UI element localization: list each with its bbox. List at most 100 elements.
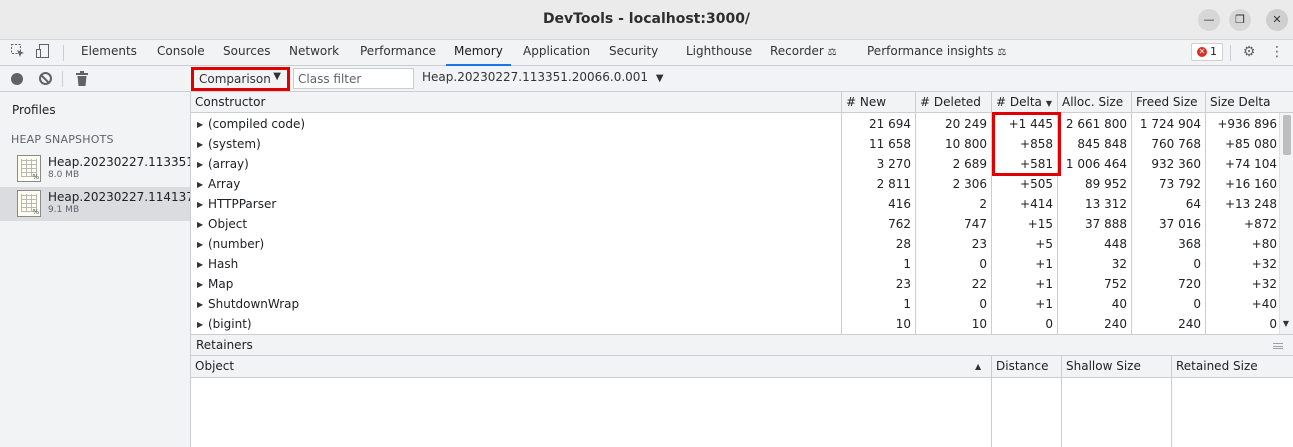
maximize-button[interactable]: ❐ xyxy=(1229,9,1251,31)
tab-lighthouse[interactable]: Lighthouse xyxy=(686,40,752,65)
tab-memory[interactable]: Memory xyxy=(446,40,511,66)
table-row[interactable]: ▶ (compiled code) 21 694 20 249 +1 445 2 661 … xyxy=(191,114,1279,134)
tab-application[interactable]: Application xyxy=(523,40,590,65)
restore-icon: ❐ xyxy=(1235,13,1245,26)
chevron-down-icon: ▼ xyxy=(273,71,281,82)
table-row[interactable]: ▶ Object 762 747 +15 37 888 37 016 +872 xyxy=(191,214,1279,234)
settings-button[interactable]: ⚙ xyxy=(1240,43,1258,61)
scroll-down-arrow-icon[interactable]: ▼ xyxy=(1279,317,1293,331)
expand-triangle-icon[interactable]: ▶ xyxy=(197,155,208,175)
retainers-column-shallow-size[interactable]: Shallow Size xyxy=(1061,356,1171,377)
freed-cell: 368 xyxy=(1178,237,1201,251)
snapshot-item-selected[interactable]: % Heap.20230227.114137.20066.0.002 9.1 M… xyxy=(0,187,190,221)
deleted-cell: 0 xyxy=(979,257,987,271)
deleted-cell: 23 xyxy=(971,237,987,251)
table-row[interactable]: ▶ HTTPParser 416 2 +414 13 312 64 +13 248 xyxy=(191,194,1279,214)
constructor-name: Object xyxy=(208,217,248,231)
table-row[interactable]: ▶ ShutdownWrap 1 0 +1 40 0 +40 xyxy=(191,294,1279,314)
delta-cell: +1 xyxy=(1035,297,1053,311)
new-cell: 2 811 xyxy=(876,177,911,191)
take-heap-snapshot-button[interactable] xyxy=(11,73,23,85)
freed-cell: 720 xyxy=(1178,277,1201,291)
minimize-button[interactable]: — xyxy=(1198,9,1220,31)
expand-triangle-icon[interactable]: ▶ xyxy=(197,275,208,295)
baseline-snapshot-value: Heap.20230227.113351.20066.0.001 xyxy=(422,70,649,84)
table-row[interactable]: ▶ Array 2 811 2 306 +505 89 952 73 792 +16 160 xyxy=(191,174,1279,194)
window-title: DevTools - localhost:3000/ xyxy=(542,11,751,27)
sort-ascending-icon: ▲ xyxy=(975,362,982,371)
column-freed-size[interactable]: Freed Size xyxy=(1131,92,1205,113)
table-row[interactable]: ▶ (system) 11 658 10 800 +858 845 848 760 768 +… xyxy=(191,134,1279,154)
alloc-cell: 240 xyxy=(1104,317,1127,331)
inspect-element-button[interactable] xyxy=(9,43,27,61)
column-constructor[interactable]: Constructor xyxy=(191,92,841,113)
delta-cell: +1 xyxy=(1035,257,1053,271)
retainers-column-retained-size[interactable]: Retained Size xyxy=(1171,356,1293,377)
gear-icon: ⚙ xyxy=(1242,44,1256,60)
retainers-column-object[interactable]: Object xyxy=(191,356,991,377)
clear-all-profiles-button[interactable] xyxy=(39,72,52,85)
column-alloc-size[interactable]: Alloc. Size xyxy=(1057,92,1131,113)
column-divider xyxy=(991,378,992,447)
expand-triangle-icon[interactable]: ▶ xyxy=(197,215,208,235)
new-cell: 21 694 xyxy=(869,117,911,131)
chevron-down-icon: ▼ xyxy=(655,73,664,84)
expand-triangle-icon[interactable]: ▶ xyxy=(197,135,208,155)
close-window-button[interactable]: ✕ xyxy=(1266,9,1288,31)
constructor-name: Map xyxy=(208,277,234,291)
expand-triangle-icon[interactable]: ▶ xyxy=(197,115,208,135)
expand-triangle-icon[interactable]: ▶ xyxy=(197,315,208,335)
expand-triangle-icon[interactable]: ▶ xyxy=(197,255,208,275)
class-filter-input[interactable] xyxy=(293,68,414,89)
size-delta-cell: +40 xyxy=(1251,297,1277,311)
expand-triangle-icon[interactable]: ▶ xyxy=(197,195,208,215)
size-delta-cell: +13 248 xyxy=(1224,197,1277,211)
table-row[interactable]: ▶ (number) 28 23 +5 448 368 +80 xyxy=(191,234,1279,254)
delta-highlight-box xyxy=(992,112,1061,176)
scrollbar-thumb[interactable] xyxy=(1283,115,1291,155)
deleted-cell: 10 xyxy=(971,317,987,331)
column-new[interactable]: # New xyxy=(841,92,915,113)
device-toolbar-button[interactable] xyxy=(34,43,52,61)
table-row[interactable]: ▶ (array) 3 270 2 689 +581 1 006 464 932 360 +7… xyxy=(191,154,1279,174)
error-count-badge[interactable]: ✕ 1 xyxy=(1191,43,1223,61)
expand-triangle-icon[interactable]: ▶ xyxy=(197,235,208,255)
tab-console[interactable]: Console xyxy=(157,40,205,65)
deleted-cell: 10 800 xyxy=(945,137,987,151)
table-row[interactable]: ▶ (bigint) 10 10 0 240 240 0 xyxy=(191,314,1279,334)
column-size-delta[interactable]: Size Delta xyxy=(1205,92,1293,113)
kebab-menu-icon: ⋮ xyxy=(1270,44,1284,60)
comparison-view: Constructor # New # Deleted # Delta ▼ All… xyxy=(191,92,1293,447)
grid-scrollbar[interactable] xyxy=(1279,113,1293,334)
tab-recorder[interactable]: Recorder ⚖ xyxy=(770,40,837,65)
expand-triangle-icon[interactable]: ▶ xyxy=(197,295,208,315)
new-cell: 10 xyxy=(895,317,911,331)
collect-garbage-button[interactable] xyxy=(75,71,89,86)
table-row[interactable]: ▶ Map 23 22 +1 752 720 +32 xyxy=(191,274,1279,294)
column-deleted[interactable]: # Deleted xyxy=(915,92,991,113)
retainers-column-distance[interactable]: Distance xyxy=(991,356,1061,377)
table-row[interactable]: ▶ Hash 1 0 +1 32 0 +32 xyxy=(191,254,1279,274)
size-delta-cell: +74 104 xyxy=(1224,157,1277,171)
baseline-snapshot-select[interactable]: Heap.20230227.113351.20066.0.001 ▼ xyxy=(422,70,664,84)
tabbar-divider xyxy=(63,45,64,61)
snapshot-name: Heap.20230227.114137.20066.0.002 xyxy=(48,190,190,204)
tab-network[interactable]: Network xyxy=(289,40,339,65)
more-options-button[interactable]: ⋮ xyxy=(1268,43,1286,61)
tab-sources[interactable]: Sources xyxy=(223,40,270,65)
tab-performance-insights[interactable]: Performance insights ⚖ xyxy=(867,40,1006,65)
perspective-select[interactable]: Comparison ▼ xyxy=(191,67,290,91)
tab-performance[interactable]: Performance xyxy=(360,40,436,65)
constructor-name: ShutdownWrap xyxy=(208,297,300,311)
expand-triangle-icon[interactable]: ▶ xyxy=(197,175,208,195)
tab-elements[interactable]: Elements xyxy=(81,40,137,65)
tab-security[interactable]: Security xyxy=(609,40,658,65)
sort-descending-icon: ▼ xyxy=(1045,99,1053,108)
size-delta-cell: +32 xyxy=(1251,277,1277,291)
column-delta-label: # Delta xyxy=(996,95,1042,109)
constructor-cell: ▶ Object xyxy=(197,214,247,234)
snapshot-item[interactable]: % Heap.20230227.113351.20066.0.001 8.0 M… xyxy=(0,152,190,186)
resize-handle-icon[interactable] xyxy=(1273,343,1283,349)
column-delta[interactable]: # Delta ▼ xyxy=(991,92,1057,113)
deleted-cell: 22 xyxy=(971,277,987,291)
